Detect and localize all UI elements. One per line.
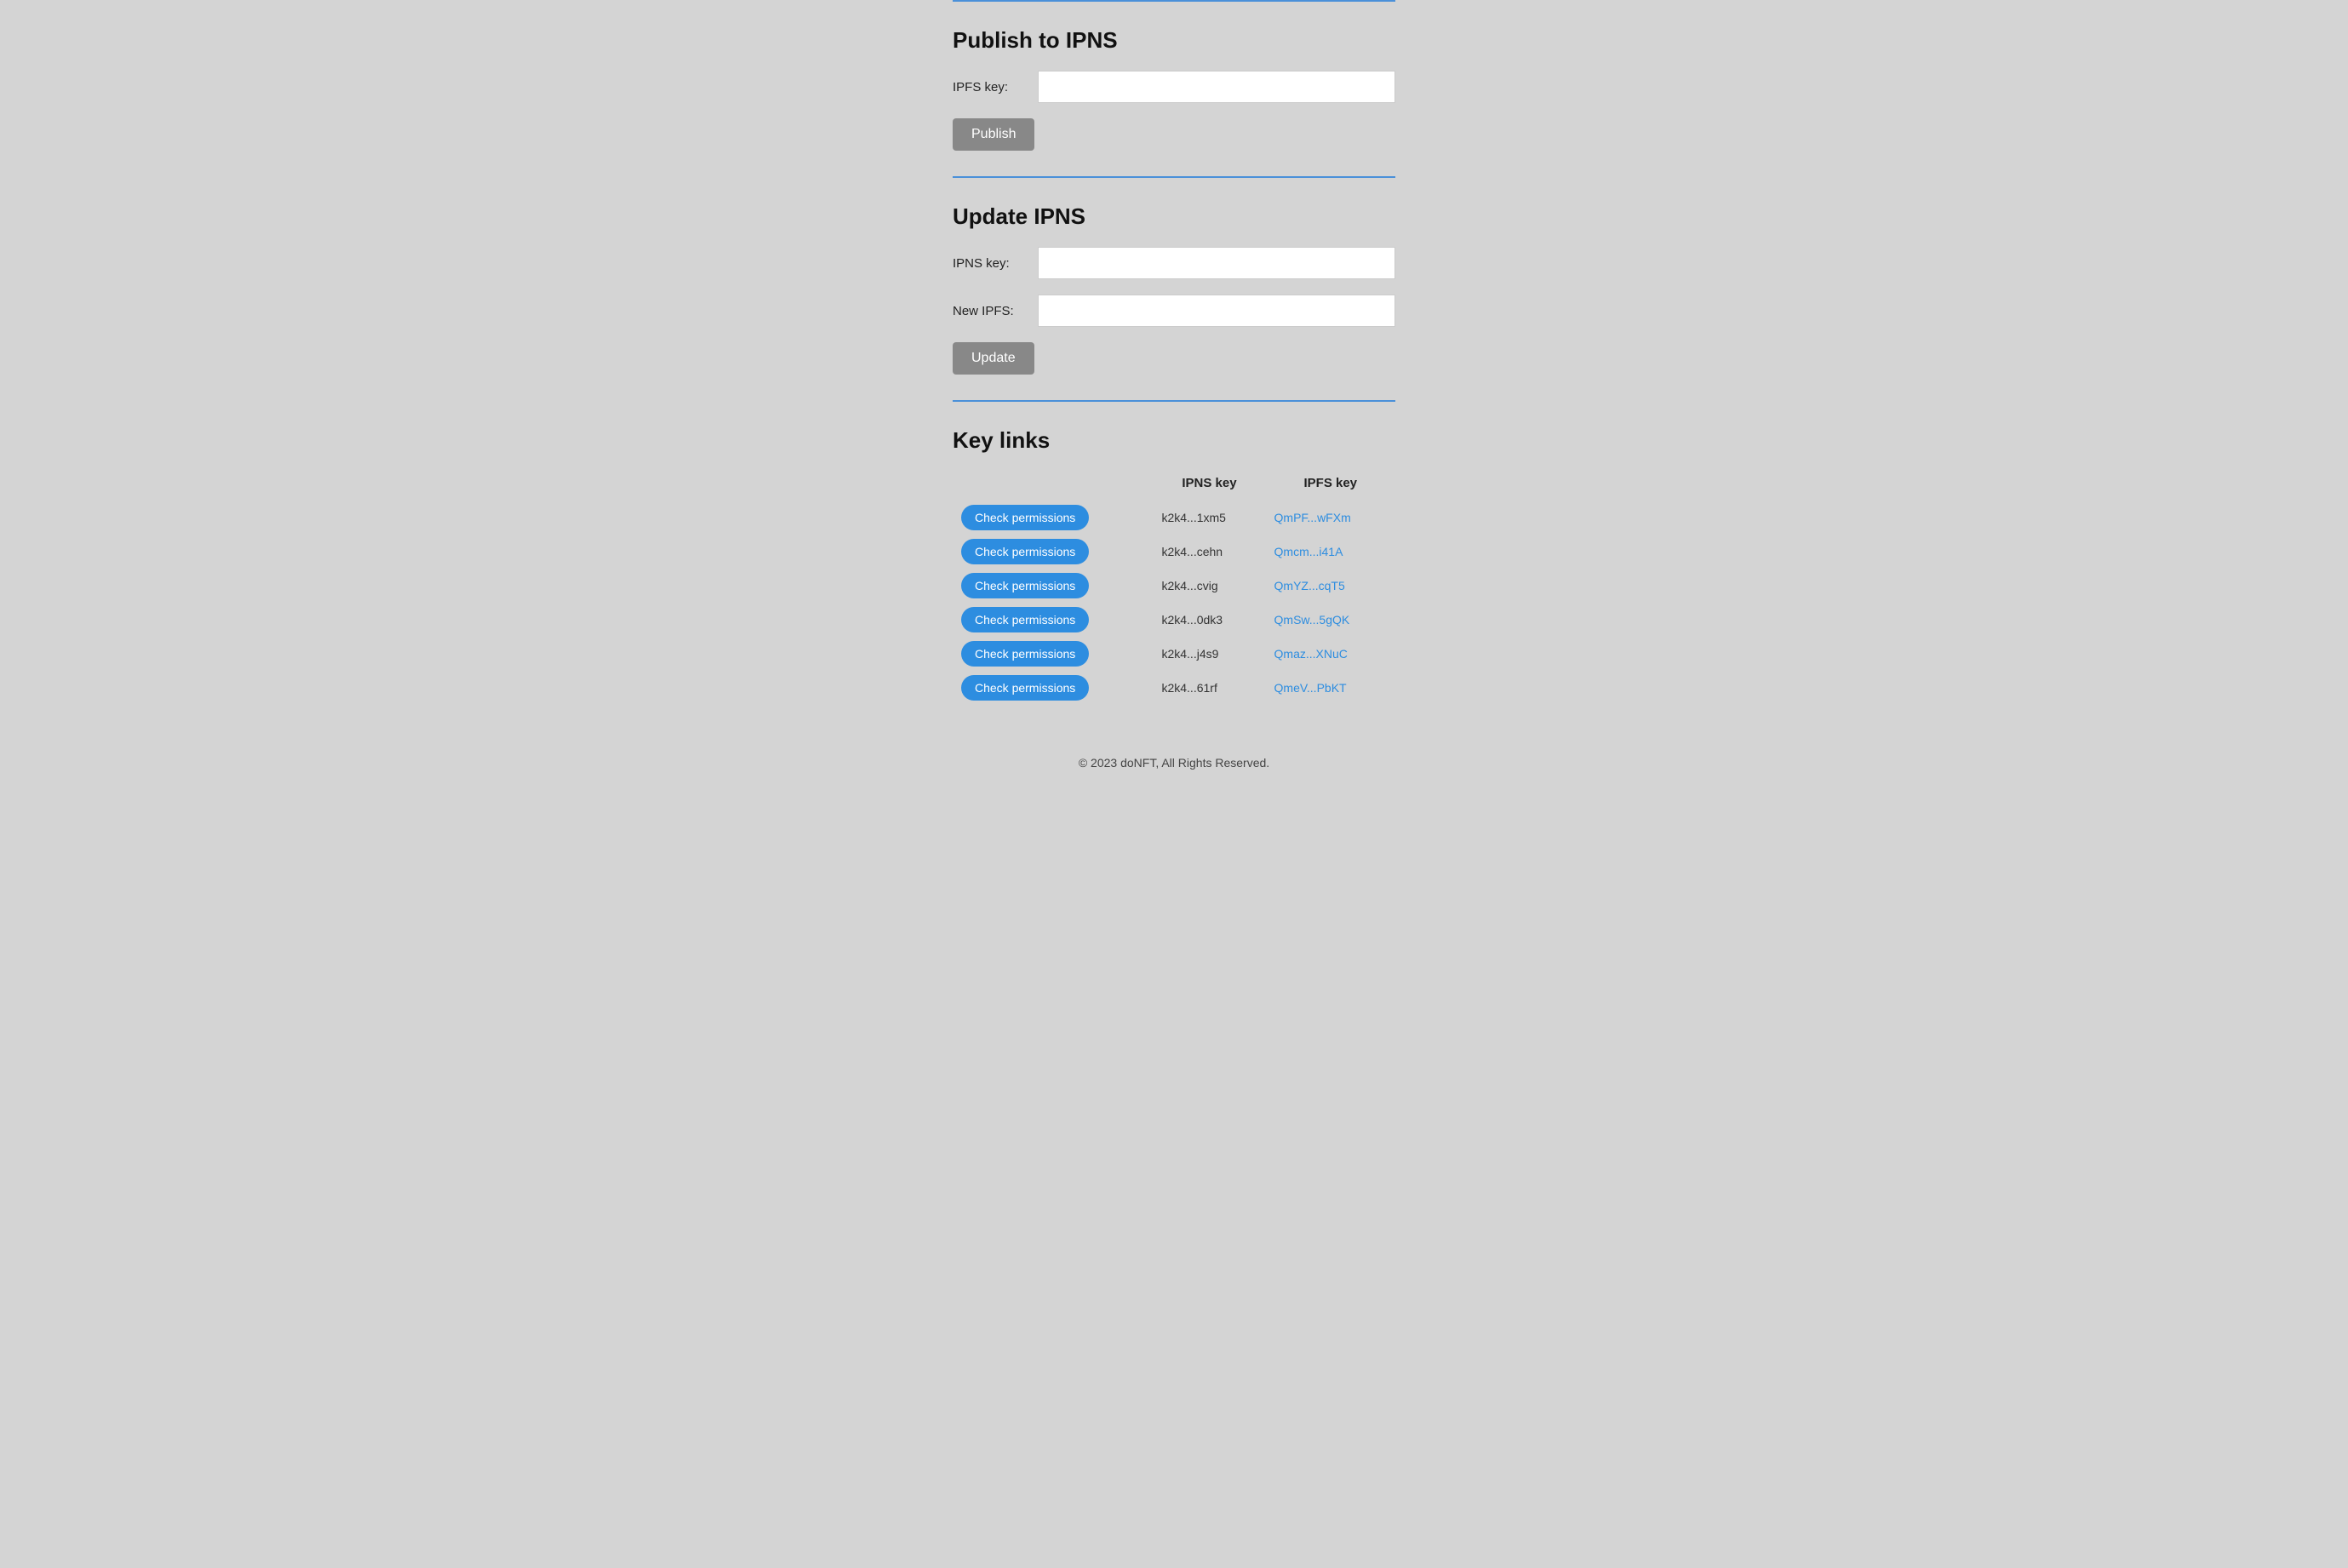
update-button[interactable]: Update: [953, 342, 1034, 375]
update-ipns-key-input[interactable]: [1038, 247, 1395, 279]
table-row: Check permissions k2k4...cvig QmYZ...cqT5: [953, 569, 1395, 603]
publish-section: Publish to IPNS IPFS key: Publish: [953, 27, 1395, 176]
col-header-btn: [953, 471, 1153, 501]
update-title: Update IPNS: [953, 203, 1395, 230]
table-row: Check permissions k2k4...j4s9 Qmaz...XNuC: [953, 637, 1395, 671]
update-new-ipfs-row: New IPFS:: [953, 295, 1395, 327]
update-new-ipfs-label: New IPFS:: [953, 304, 1038, 318]
check-permissions-button[interactable]: Check permissions: [961, 573, 1089, 598]
col-header-ipns: IPNS key: [1153, 471, 1265, 501]
ipfs-key-link[interactable]: Qmaz...XNuC: [1274, 647, 1348, 661]
key-links-table: IPNS key IPFS key Check permissions k2k4.…: [953, 471, 1395, 705]
table-row: Check permissions k2k4...0dk3 QmSw...5gQK: [953, 603, 1395, 637]
check-permissions-button[interactable]: Check permissions: [961, 607, 1089, 632]
update-new-ipfs-input[interactable]: [1038, 295, 1395, 327]
ipfs-key-input[interactable]: [1038, 71, 1395, 103]
ipns-key-value: k2k4...61rf: [1153, 671, 1265, 705]
footer: © 2023 doNFT, All Rights Reserved.: [953, 756, 1395, 770]
ipfs-key-link[interactable]: QmPF...wFXm: [1274, 511, 1351, 524]
ipfs-key-label: IPFS key:: [953, 80, 1038, 94]
ipns-key-value: k2k4...0dk3: [1153, 603, 1265, 637]
ipns-key-value: k2k4...j4s9: [1153, 637, 1265, 671]
publish-divider: [953, 176, 1395, 178]
check-permissions-button[interactable]: Check permissions: [961, 675, 1089, 701]
table-row: Check permissions k2k4...cehn Qmcm...i41A: [953, 535, 1395, 569]
table-row: Check permissions k2k4...1xm5 QmPF...wFXm: [953, 501, 1395, 535]
update-divider: [953, 400, 1395, 402]
top-divider: [953, 0, 1395, 2]
ipfs-key-row: IPFS key:: [953, 71, 1395, 103]
update-ipns-key-row: IPNS key:: [953, 247, 1395, 279]
ipfs-key-link[interactable]: QmYZ...cqT5: [1274, 579, 1345, 592]
update-ipns-key-label: IPNS key:: [953, 256, 1038, 271]
ipns-key-value: k2k4...cehn: [1153, 535, 1265, 569]
ipns-key-value: k2k4...1xm5: [1153, 501, 1265, 535]
key-links-title: Key links: [953, 427, 1395, 454]
key-links-section: Key links IPNS key IPFS key Check permis…: [953, 427, 1395, 705]
check-permissions-button[interactable]: Check permissions: [961, 505, 1089, 530]
check-permissions-button[interactable]: Check permissions: [961, 641, 1089, 667]
col-header-ipfs: IPFS key: [1266, 471, 1395, 501]
ipfs-key-link[interactable]: QmeV...PbKT: [1274, 681, 1347, 695]
publish-button[interactable]: Publish: [953, 118, 1034, 151]
ipfs-key-link[interactable]: Qmcm...i41A: [1274, 545, 1343, 558]
ipfs-key-link[interactable]: QmSw...5gQK: [1274, 613, 1350, 627]
update-section: Update IPNS IPNS key: New IPFS: Update: [953, 203, 1395, 400]
footer-text: © 2023 doNFT, All Rights Reserved.: [1079, 756, 1269, 770]
ipns-key-value: k2k4...cvig: [1153, 569, 1265, 603]
table-row: Check permissions k2k4...61rf QmeV...PbKT: [953, 671, 1395, 705]
publish-title: Publish to IPNS: [953, 27, 1395, 54]
check-permissions-button[interactable]: Check permissions: [961, 539, 1089, 564]
